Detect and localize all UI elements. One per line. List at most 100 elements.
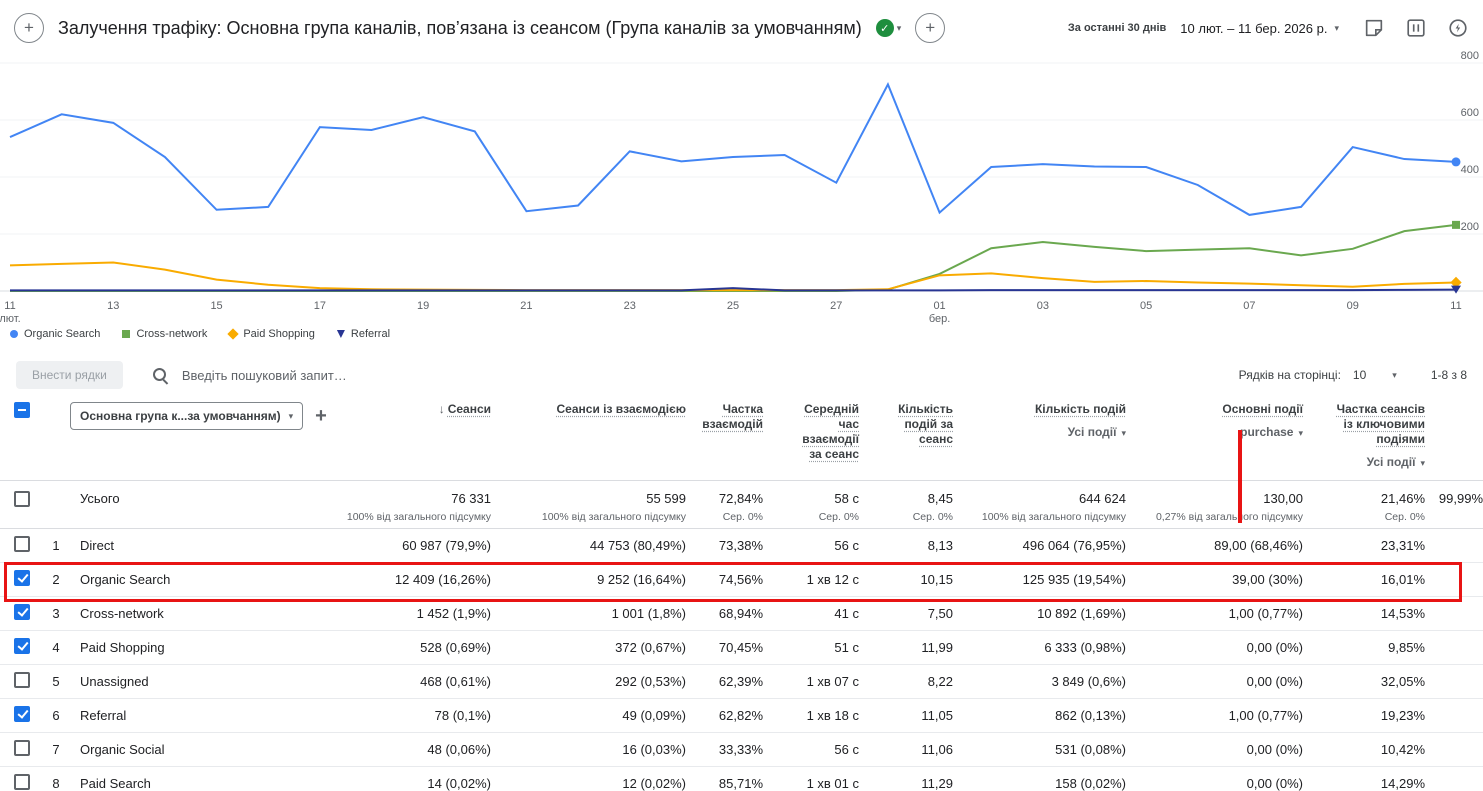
cell-key-events: 0,00 (0%) (1128, 630, 1305, 664)
totals-key-event-rate: 21,46%Сер. 0% (1305, 480, 1427, 528)
row-checkbox[interactable] (14, 570, 30, 586)
plus-icon: + (925, 18, 935, 38)
add-dimension-button[interactable]: + (315, 406, 327, 426)
cell-event-count: 496 064 (76,95%) (955, 528, 1128, 562)
table-row[interactable]: 8 Paid Search 14 (0,02%) 12 (0,02%) 85,7… (0, 766, 1483, 791)
cell-avg-engagement-time: 1 хв 18 с (765, 698, 861, 732)
data-quality-badge[interactable]: ✓ ▾ (876, 19, 902, 37)
legend-item[interactable]: Paid Shopping (229, 328, 315, 340)
x-tick-label: 11лют. (0, 300, 21, 326)
row-index: 4 (44, 630, 70, 664)
col-header-key-events[interactable]: Основні події purchase▾ (1128, 394, 1305, 480)
col-header-avg-engagement-time[interactable]: Середній час взаємодії за сеанс (765, 394, 861, 480)
cell-sessions: 528 (0,69%) (330, 630, 493, 664)
date-range-picker[interactable]: 10 лют. – 11 бер. 2026 р. ▾ (1180, 21, 1339, 36)
insights-icon[interactable] (1447, 17, 1469, 39)
key-event-selector[interactable]: purchase▾ (1128, 425, 1303, 439)
pagination-range: 1-8 з 8 (1431, 368, 1467, 382)
key-event-rate-selector[interactable]: Усі події▾ (1305, 455, 1425, 469)
note-icon[interactable] (1363, 17, 1385, 39)
col-header-engagement-rate[interactable]: Частка взаємодій (688, 394, 765, 480)
col-header-sessions[interactable]: ↓Сеанси (330, 394, 493, 480)
table-row[interactable]: 7 Organic Social 48 (0,06%) 16 (0,03%) 3… (0, 732, 1483, 766)
table-row[interactable]: 2 Organic Search 12 409 (16,26%) 9 252 (… (0, 562, 1483, 596)
totals-sessions: 76 331100% від загального підсумку (330, 480, 493, 528)
add-filter-button[interactable]: + (915, 13, 945, 43)
cell-overflow (1427, 528, 1483, 562)
cell-avg-engagement-time: 51 с (765, 630, 861, 664)
chart-legend: Organic Search Cross-network Paid Shopping… (10, 328, 390, 340)
x-tick-label: 19 (417, 300, 429, 313)
row-checkbox[interactable] (14, 638, 30, 654)
row-index: 1 (44, 528, 70, 562)
plus-icon: + (24, 18, 34, 38)
add-comparison-button[interactable]: + (14, 13, 44, 43)
table-row[interactable]: 5 Unassigned 468 (0,61%) 292 (0,53%) 62,… (0, 664, 1483, 698)
page-title: Залучення трафіку: Основна група каналів… (58, 18, 862, 39)
x-tick-label: 21 (520, 300, 532, 313)
legend-item[interactable]: Cross-network (122, 328, 207, 340)
channel-name: Paid Search (70, 766, 330, 791)
rows-per-page-label: Рядків на сторінці: (1239, 368, 1341, 382)
cell-event-count: 10 892 (1,69%) (955, 596, 1128, 630)
col-header-key-event-rate[interactable]: Частка сеансів із ключовими подіями Усі … (1305, 394, 1427, 480)
legend-label: Referral (351, 328, 390, 340)
col-header-events-per-session[interactable]: Кількість подій за сеанс (861, 394, 955, 480)
cell-key-events: 1,00 (0,77%) (1128, 698, 1305, 732)
cell-overflow (1427, 732, 1483, 766)
row-checkbox[interactable] (14, 774, 30, 790)
y-axis-label: 200 (1461, 221, 1479, 233)
row-checkbox[interactable] (14, 604, 30, 620)
cell-engagement-rate: 85,71% (688, 766, 765, 791)
cell-sessions: 60 987 (79,9%) (330, 528, 493, 562)
traffic-chart-section: 200400600800 11лют.131517192123252701бер… (0, 56, 1483, 356)
legend-item[interactable]: Referral (337, 328, 390, 340)
row-index: 7 (44, 732, 70, 766)
cell-avg-engagement-time: 56 с (765, 732, 861, 766)
dimension-selector[interactable]: Основна група к...за умовчанням) ▾ (70, 402, 303, 430)
legend-label: Organic Search (24, 328, 100, 340)
totals-avg-engagement-time: 58 сСер. 0% (765, 480, 861, 528)
table-row[interactable]: 6 Referral 78 (0,1%) 49 (0,09%) 62,82% 1… (0, 698, 1483, 732)
totals-overflow: 99,99% (1427, 480, 1483, 528)
cell-key-events: 0,00 (0%) (1128, 732, 1305, 766)
totals-checkbox[interactable] (14, 491, 30, 507)
table-row[interactable]: 4 Paid Shopping 528 (0,69%) 372 (0,67%) … (0, 630, 1483, 664)
cell-overflow (1427, 562, 1483, 596)
row-index: 8 (44, 766, 70, 791)
plot-rows-button[interactable]: Внести рядки (16, 361, 123, 389)
totals-events-per-session: 8,45Сер. 0% (861, 480, 955, 528)
table-row[interactable]: 3 Cross-network 1 452 (1,9%) 1 001 (1,8%… (0, 596, 1483, 630)
date-range-value: 10 лют. – 11 бер. 2026 р. (1180, 21, 1327, 36)
compare-icon[interactable] (1405, 17, 1427, 39)
col-header-engaged-sessions[interactable]: Сеанси із взаємодією (493, 394, 688, 480)
event-selector[interactable]: Усі події▾ (955, 425, 1126, 439)
dimension-controls: Основна група к...за умовчанням) ▾ + (70, 402, 328, 430)
rows-per-page-select[interactable]: 10 ▾ (1353, 368, 1397, 382)
cell-engaged-sessions: 292 (0,53%) (493, 664, 688, 698)
chevron-down-icon: ▾ (1334, 24, 1339, 33)
dimension-selector-label: Основна група к...за умовчанням) (80, 409, 281, 423)
channel-name: Cross-network (70, 596, 330, 630)
row-checkbox[interactable] (14, 672, 30, 688)
cell-key-events: 89,00 (68,46%) (1128, 528, 1305, 562)
cell-key-events: 1,00 (0,77%) (1128, 596, 1305, 630)
row-checkbox[interactable] (14, 536, 30, 552)
col-header-event-count[interactable]: Кількість подій Усі події▾ (955, 394, 1128, 480)
cell-key-event-rate: 23,31% (1305, 528, 1427, 562)
search-icon (153, 368, 168, 383)
cell-overflow (1427, 664, 1483, 698)
date-range-label: За останні 30 днів (1068, 22, 1166, 34)
legend-item[interactable]: Organic Search (10, 328, 100, 340)
cell-engagement-rate: 62,39% (688, 664, 765, 698)
cell-engagement-rate: 68,94% (688, 596, 765, 630)
table-row[interactable]: 1 Direct 60 987 (79,9%) 44 753 (80,49%) … (0, 528, 1483, 562)
search-input[interactable] (180, 367, 614, 384)
channel-name: Direct (70, 528, 330, 562)
cell-sessions: 468 (0,61%) (330, 664, 493, 698)
select-all-checkbox[interactable] (14, 402, 30, 418)
row-checkbox[interactable] (14, 740, 30, 756)
row-checkbox[interactable] (14, 706, 30, 722)
cell-avg-engagement-time: 1 хв 12 с (765, 562, 861, 596)
table-search (153, 367, 614, 384)
